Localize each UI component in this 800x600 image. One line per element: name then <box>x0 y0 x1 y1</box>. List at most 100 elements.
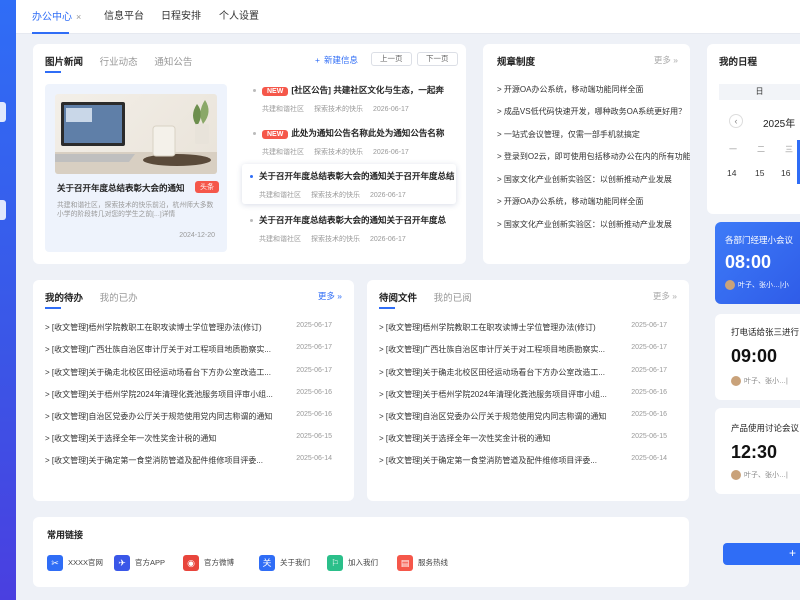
schedule-event-card[interactable]: 各部门经理小会议 08:00 叶子、张小…|小 <box>715 222 800 304</box>
list-item[interactable]: > [收文管理]关于确走北校区田径运动场看台下方办公室改造工... 2025-06… <box>45 367 342 378</box>
row-title: > [收文管理]关于确定第一食堂消防管道及配件维修项目评委... <box>45 456 264 465</box>
tab-pending-reading[interactable]: 待阅文件 <box>379 293 417 304</box>
featured-news[interactable]: 关于召开年度总结表彰大会的通知 头条 共建和谐社区，探索技术的快乐前沿，杭州师大… <box>45 84 227 252</box>
featured-title[interactable]: 关于召开年度总结表彰大会的通知 <box>57 182 185 194</box>
bullet-icon <box>253 89 256 93</box>
tab-notices[interactable]: 通知公告 <box>154 57 192 68</box>
link-about-us[interactable]: 关关于我们 <box>259 555 310 573</box>
calendar-day[interactable]: 14 <box>727 168 736 178</box>
list-item[interactable]: > [收文管理]关于选择全年一次性奖金计税的通知 2025-06-15 <box>45 433 342 444</box>
list-item[interactable]: > 国家文化产业创新实验区：以创新推动产业发展 <box>497 174 690 185</box>
schedule-event-card[interactable]: 产品使用讨论会议 12:30 叶子、张小…| <box>715 408 800 494</box>
list-item-highlighted[interactable]: 关于召开年度总结表彰大会的通知关于召开年度总结 共建和谐社区 探索技术的快乐 202… <box>242 164 456 204</box>
tab-personal-settings[interactable]: 个人设置 <box>219 0 259 34</box>
row-date: 2025-06-14 <box>296 455 332 462</box>
sidebar-item[interactable] <box>0 200 6 220</box>
flag-icon: ⚐ <box>327 555 343 571</box>
todo-more-link[interactable]: 更多 » <box>318 290 342 302</box>
list-item[interactable]: > [收文管理]广西壮族自治区审计厅关于对工程项目地质勘察实... 2025-06… <box>45 344 342 355</box>
list-item[interactable]: > 国家文化产业创新实验区：以创新推动产业发展 <box>497 219 690 230</box>
tab-label: 个人设置 <box>219 11 259 22</box>
tab-industry-news[interactable]: 行业动态 <box>100 57 138 68</box>
calendar-day[interactable]: 15 <box>755 168 764 178</box>
rules-card: 规章制度 更多 » > 开源OA办公系统，移动端功能同样全面 > 成品VS低代码… <box>483 44 690 264</box>
list-item[interactable]: > 一站式会议管理，仅需一部手机就搞定 <box>497 129 690 140</box>
list-item[interactable]: > [收文管理]关于确定第一食堂消防管道及配件维修项目评委... 2025-06-… <box>45 455 342 466</box>
todo-tabs: 我的待办 我的已办 <box>45 290 152 304</box>
schedule-title: 我的日程 <box>719 57 758 68</box>
row-title: > [收文管理]关于梧州学院2024年清理化粪池服务项目评审小组... <box>379 390 607 399</box>
list-item[interactable]: NEW [社区公告] 共建社区文化与生态，一起奔 共建和谐社区 探索技术的快乐 202… <box>253 84 453 114</box>
link-official-app[interactable]: ✈ 官方APP <box>114 555 165 573</box>
event-time: 12:30 <box>731 442 778 462</box>
new-badge: NEW <box>262 87 289 96</box>
row-date: 2025-06-17 <box>296 344 332 351</box>
list-item[interactable]: > [收文管理]关于选择全年一次性奖金计税的通知 2025-06-15 <box>379 433 677 444</box>
todo-card: 我的待办 我的已办 更多 » > [收文管理]梧州学院教职工在职攻读博士学位管理… <box>33 280 354 501</box>
row-date: 2025-06-17 <box>631 367 667 374</box>
laptop-photo <box>55 100 217 174</box>
about-icon: 关 <box>259 555 275 571</box>
row-title: > [收文管理]关于确定第一食堂消防管道及配件维修项目评委... <box>379 456 598 465</box>
new-info-button[interactable]: + 新建信息 <box>315 54 358 66</box>
row-date: 2025-06-14 <box>631 455 667 462</box>
link-official-site[interactable]: ✂ XXXX官网 <box>47 555 103 573</box>
people-text: 叶子、张小…| <box>744 472 788 479</box>
news-source: 共建和谐社区 <box>262 149 304 156</box>
row-date: 2025-06-17 <box>631 322 667 329</box>
list-item[interactable]: > [收文管理]自治区党委办公厅关于规范使用党内同志称谓的通知 2025-06-1… <box>45 411 342 422</box>
tab-info-platform[interactable]: 信息平台 <box>104 0 144 34</box>
sidebar-item[interactable] <box>0 102 6 122</box>
calendar-month: 2025年 <box>763 119 796 130</box>
list-item[interactable]: > 登录到O2云，即可使用包括移动办公在内的所有功能! <box>497 151 690 162</box>
tab-my-todo[interactable]: 我的待办 <box>45 293 83 304</box>
prev-page-button[interactable]: 上一页 <box>371 52 412 66</box>
list-item[interactable]: > [收文管理]关于梧州学院2024年清理化粪池服务项目评审小组... 2025-… <box>45 389 342 400</box>
close-icon[interactable]: × <box>76 12 81 22</box>
tab-my-done[interactable]: 我的已办 <box>100 293 138 304</box>
schedule-event-card[interactable]: 打电话给张三进行 09:00 叶子、张小…| <box>715 314 800 400</box>
list-item[interactable]: > [收文管理]广西壮族自治区审计厅关于对工程项目地质勘察实... 2025-06… <box>379 344 677 355</box>
list-item[interactable]: > [收文管理]关于确走北校区田径运动场看台下方办公室改造工... 2025-06… <box>379 367 677 378</box>
news-sub: 探索技术的快乐 <box>314 149 363 156</box>
links-title: 常用链接 <box>47 530 84 540</box>
list-item[interactable]: > [收文管理]梧州学院教职工在职攻读博士学位管理办法(修订) 2025-06-1… <box>379 322 677 333</box>
add-schedule-button[interactable]: + <box>723 543 800 565</box>
list-item[interactable]: > [收文管理]梧州学院教职工在职攻读博士学位管理办法(修订) 2025-06-1… <box>45 322 342 333</box>
tab-label: 日程安排 <box>161 11 201 22</box>
tab-label: 信息平台 <box>104 11 144 22</box>
list-item[interactable]: > [收文管理]自治区党委办公厅关于规范使用党内同志称谓的通知 2025-06-1… <box>379 411 677 422</box>
calendar-day[interactable]: 16 <box>781 168 790 178</box>
tab-schedule[interactable]: 日程安排 <box>161 0 201 34</box>
featured-date: 2024-12-20 <box>179 232 215 239</box>
list-item[interactable]: > 开源OA办公系统，移动端功能同样全面 <box>497 84 690 95</box>
tab-office-center[interactable]: 办公中心 × <box>32 0 81 34</box>
list-item[interactable]: > [收文管理]关于梧州学院2024年清理化粪池服务项目评审小组... 2025-… <box>379 389 677 400</box>
row-date: 2025-06-15 <box>296 433 332 440</box>
list-item[interactable]: > 开源OA办公系统，移动端功能同样全面 <box>497 196 690 207</box>
rules-more-link[interactable]: 更多 » <box>654 54 678 66</box>
event-title: 打电话给张三进行 <box>731 327 800 337</box>
list-item[interactable]: 关于召开年度总结表彰大会的通知关于召开年度总 共建和谐社区 探索技术的快乐 2026… <box>250 214 450 244</box>
reading-card: 待阅文件 我的已阅 更多 » > [收文管理]梧州学院教职工在职攻读博士学位管理… <box>367 280 689 501</box>
news-title: 关于召开年度总结表彰大会的通知关于召开年度总结 <box>259 171 455 181</box>
bullet-icon <box>253 132 256 136</box>
link-official-weibo[interactable]: ◉ 官方微博 <box>183 555 234 573</box>
news-title: 此处为通知公告名称此处为通知公告名称 <box>291 128 445 138</box>
list-item[interactable]: NEW 此处为通知公告名称此处为通知公告名称 共建和谐社区 探索技术的快乐 2026-… <box>253 127 453 157</box>
link-join-us[interactable]: ⚐ 加入我们 <box>327 555 378 573</box>
chevron-left-icon[interactable]: ‹ <box>729 114 743 128</box>
news-date: 2026-06-17 <box>370 192 406 199</box>
event-time: 08:00 <box>725 252 772 272</box>
list-item[interactable]: > 成品VS低代码快速开发，哪种政务OA系统更好用？ <box>497 106 690 117</box>
link-service-hotline[interactable]: ▤ 服务热线 <box>397 555 448 573</box>
event-people: 叶子、张小…| <box>731 470 788 481</box>
next-page-button[interactable]: 下一页 <box>417 52 458 66</box>
tab-my-read[interactable]: 我的已阅 <box>434 293 472 304</box>
link-label: XXXX官网 <box>68 557 104 567</box>
row-title: > [收文管理]关于确走北校区田径运动场看台下方办公室改造工... <box>379 368 606 377</box>
tab-picture-news[interactable]: 图片新闻 <box>45 57 83 68</box>
more-label: 更多 <box>652 291 670 301</box>
reading-more-link[interactable]: 更多 » <box>653 290 677 302</box>
list-item[interactable]: > [收文管理]关于确定第一食堂消防管道及配件维修项目评委... 2025-06-… <box>379 455 677 466</box>
